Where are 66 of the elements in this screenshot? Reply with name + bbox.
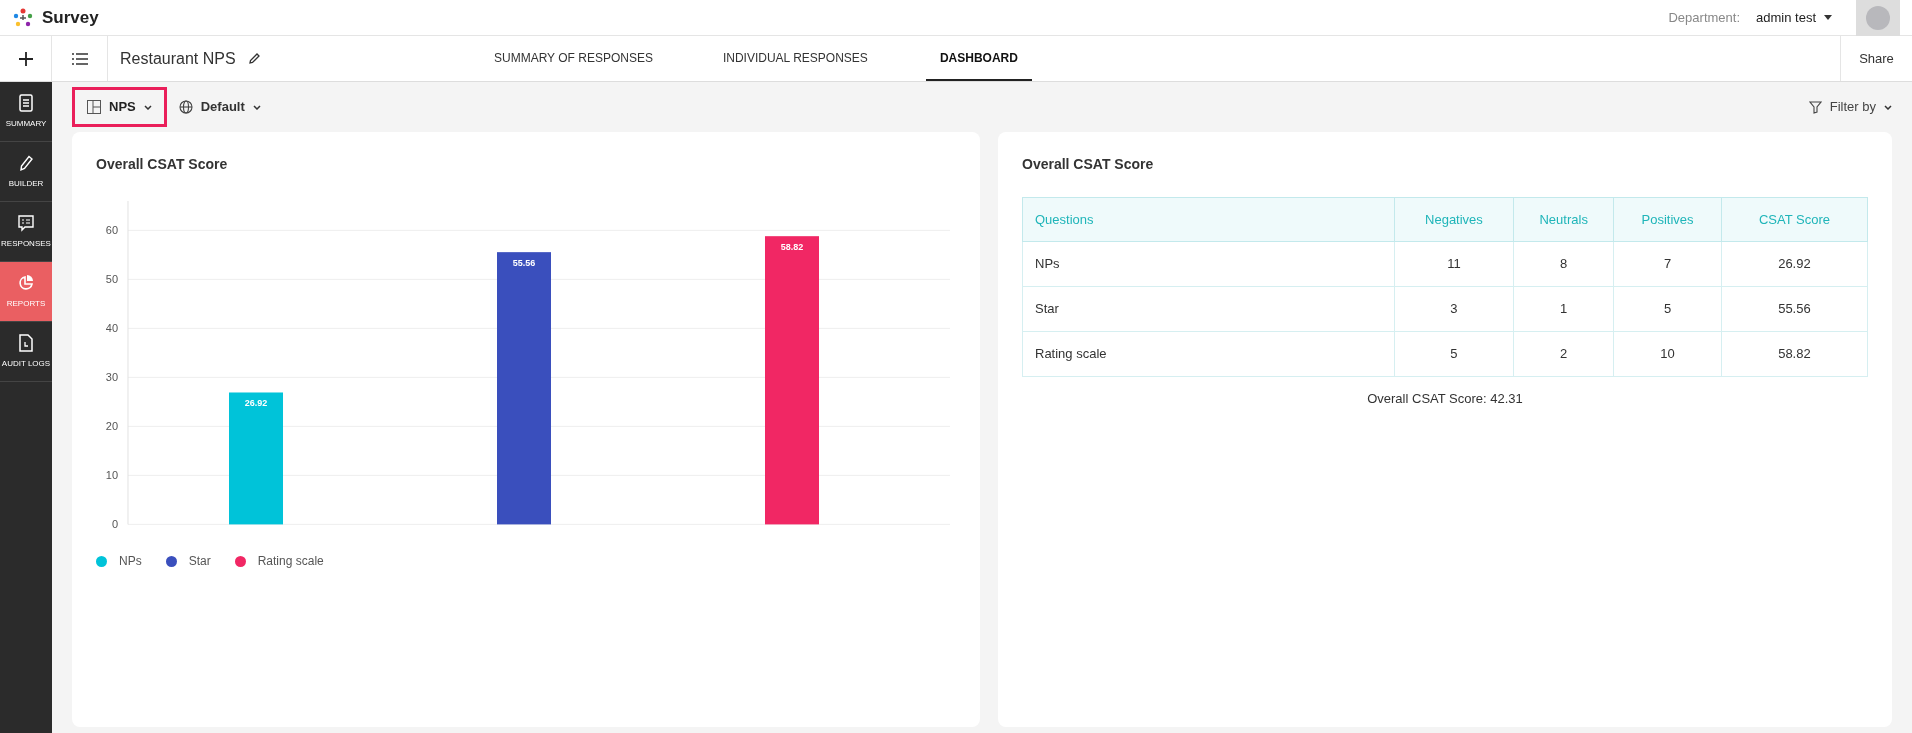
legend-label: NPs [119, 553, 142, 571]
file-clock-icon [17, 333, 35, 352]
table-cell: Star [1022, 286, 1395, 332]
sidebar-item[interactable]: AUDIT LOGS [0, 322, 52, 382]
globe-icon [178, 100, 193, 114]
filter-icon [1808, 100, 1822, 114]
card-title: Overall CSAT Score [1022, 155, 1155, 174]
sidebar-item[interactable]: SUMMARY [0, 82, 52, 142]
tab[interactable]: DASHBOARD [925, 36, 1032, 81]
logo-icon [12, 6, 34, 29]
card-title: Overall CSAT Score [96, 155, 229, 174]
axis-tick-label: 10 [105, 469, 118, 482]
caret-icon [1884, 104, 1892, 110]
table-cell: NPs [1022, 241, 1395, 287]
layout-icon [87, 100, 101, 114]
axis-tick-label: 50 [105, 273, 118, 286]
legend-label: Star [188, 553, 211, 571]
column-header: Negatives [1394, 197, 1514, 242]
tab[interactable]: INDIVIDUAL RESPONSES [710, 36, 880, 81]
chat-list-icon [17, 213, 35, 232]
table-cell: 7 [1613, 241, 1722, 287]
table-cell: 5 [1613, 286, 1722, 332]
share-button[interactable]: Share [1840, 36, 1912, 81]
axis-tick-label: 60 [105, 224, 118, 237]
column-header: Neutrals [1513, 197, 1614, 242]
table-cell: Rating scale [1022, 331, 1395, 377]
department-label: Department: [1668, 8, 1740, 27]
table-cell: 5 [1394, 331, 1514, 377]
axis-tick-label: 30 [105, 371, 118, 384]
tab[interactable]: SUMMARY OF RESPONSES [482, 36, 665, 81]
axis-tick-label: 20 [105, 420, 118, 433]
data-label: 55.56 [512, 258, 536, 269]
department-dropdown[interactable]: admin test [1756, 7, 1832, 28]
menu-icon [71, 52, 88, 65]
table-cell: 1 [1513, 286, 1614, 332]
axis-tick-label: 40 [105, 322, 118, 335]
table-cell: 2 [1513, 331, 1614, 377]
brand-name: Survey [42, 6, 99, 29]
table-cell: 10 [1613, 331, 1722, 377]
pencil-icon [17, 153, 35, 172]
filter-dropdown[interactable]: Filter by [1808, 97, 1892, 117]
pie-chart-icon [17, 273, 35, 292]
column-header: Positives [1613, 197, 1722, 242]
table-cell: 26.92 [1721, 241, 1868, 287]
view-dropdown[interactable]: NPS [72, 87, 167, 127]
caret-icon [1824, 15, 1832, 20]
table-cell: 8 [1513, 241, 1614, 287]
table-cell: 11 [1394, 241, 1514, 287]
survey-title: Restaurant NPS [120, 48, 236, 69]
column-header: CSAT Score [1721, 197, 1868, 242]
table-cell: 3 [1394, 286, 1514, 332]
data-label: 58.82 [780, 242, 804, 253]
caret-icon [143, 104, 152, 110]
pencil-icon[interactable] [247, 52, 261, 65]
column-header: Questions [1022, 197, 1395, 242]
sidebar-item[interactable]: BUILDER [0, 142, 52, 202]
caret-icon [252, 104, 261, 110]
legend-label: Rating scale [257, 553, 324, 571]
plus-icon [17, 50, 34, 67]
language-dropdown[interactable]: Default [178, 97, 261, 117]
table-cell: 55.56 [1721, 286, 1868, 332]
data-label: 26.92 [244, 398, 268, 409]
overall-score-text: Overall CSAT Score: 42.31 [1367, 390, 1523, 408]
table-cell: 58.82 [1721, 331, 1868, 377]
axis-tick-label: 0 [111, 518, 118, 531]
document-icon [17, 93, 35, 112]
